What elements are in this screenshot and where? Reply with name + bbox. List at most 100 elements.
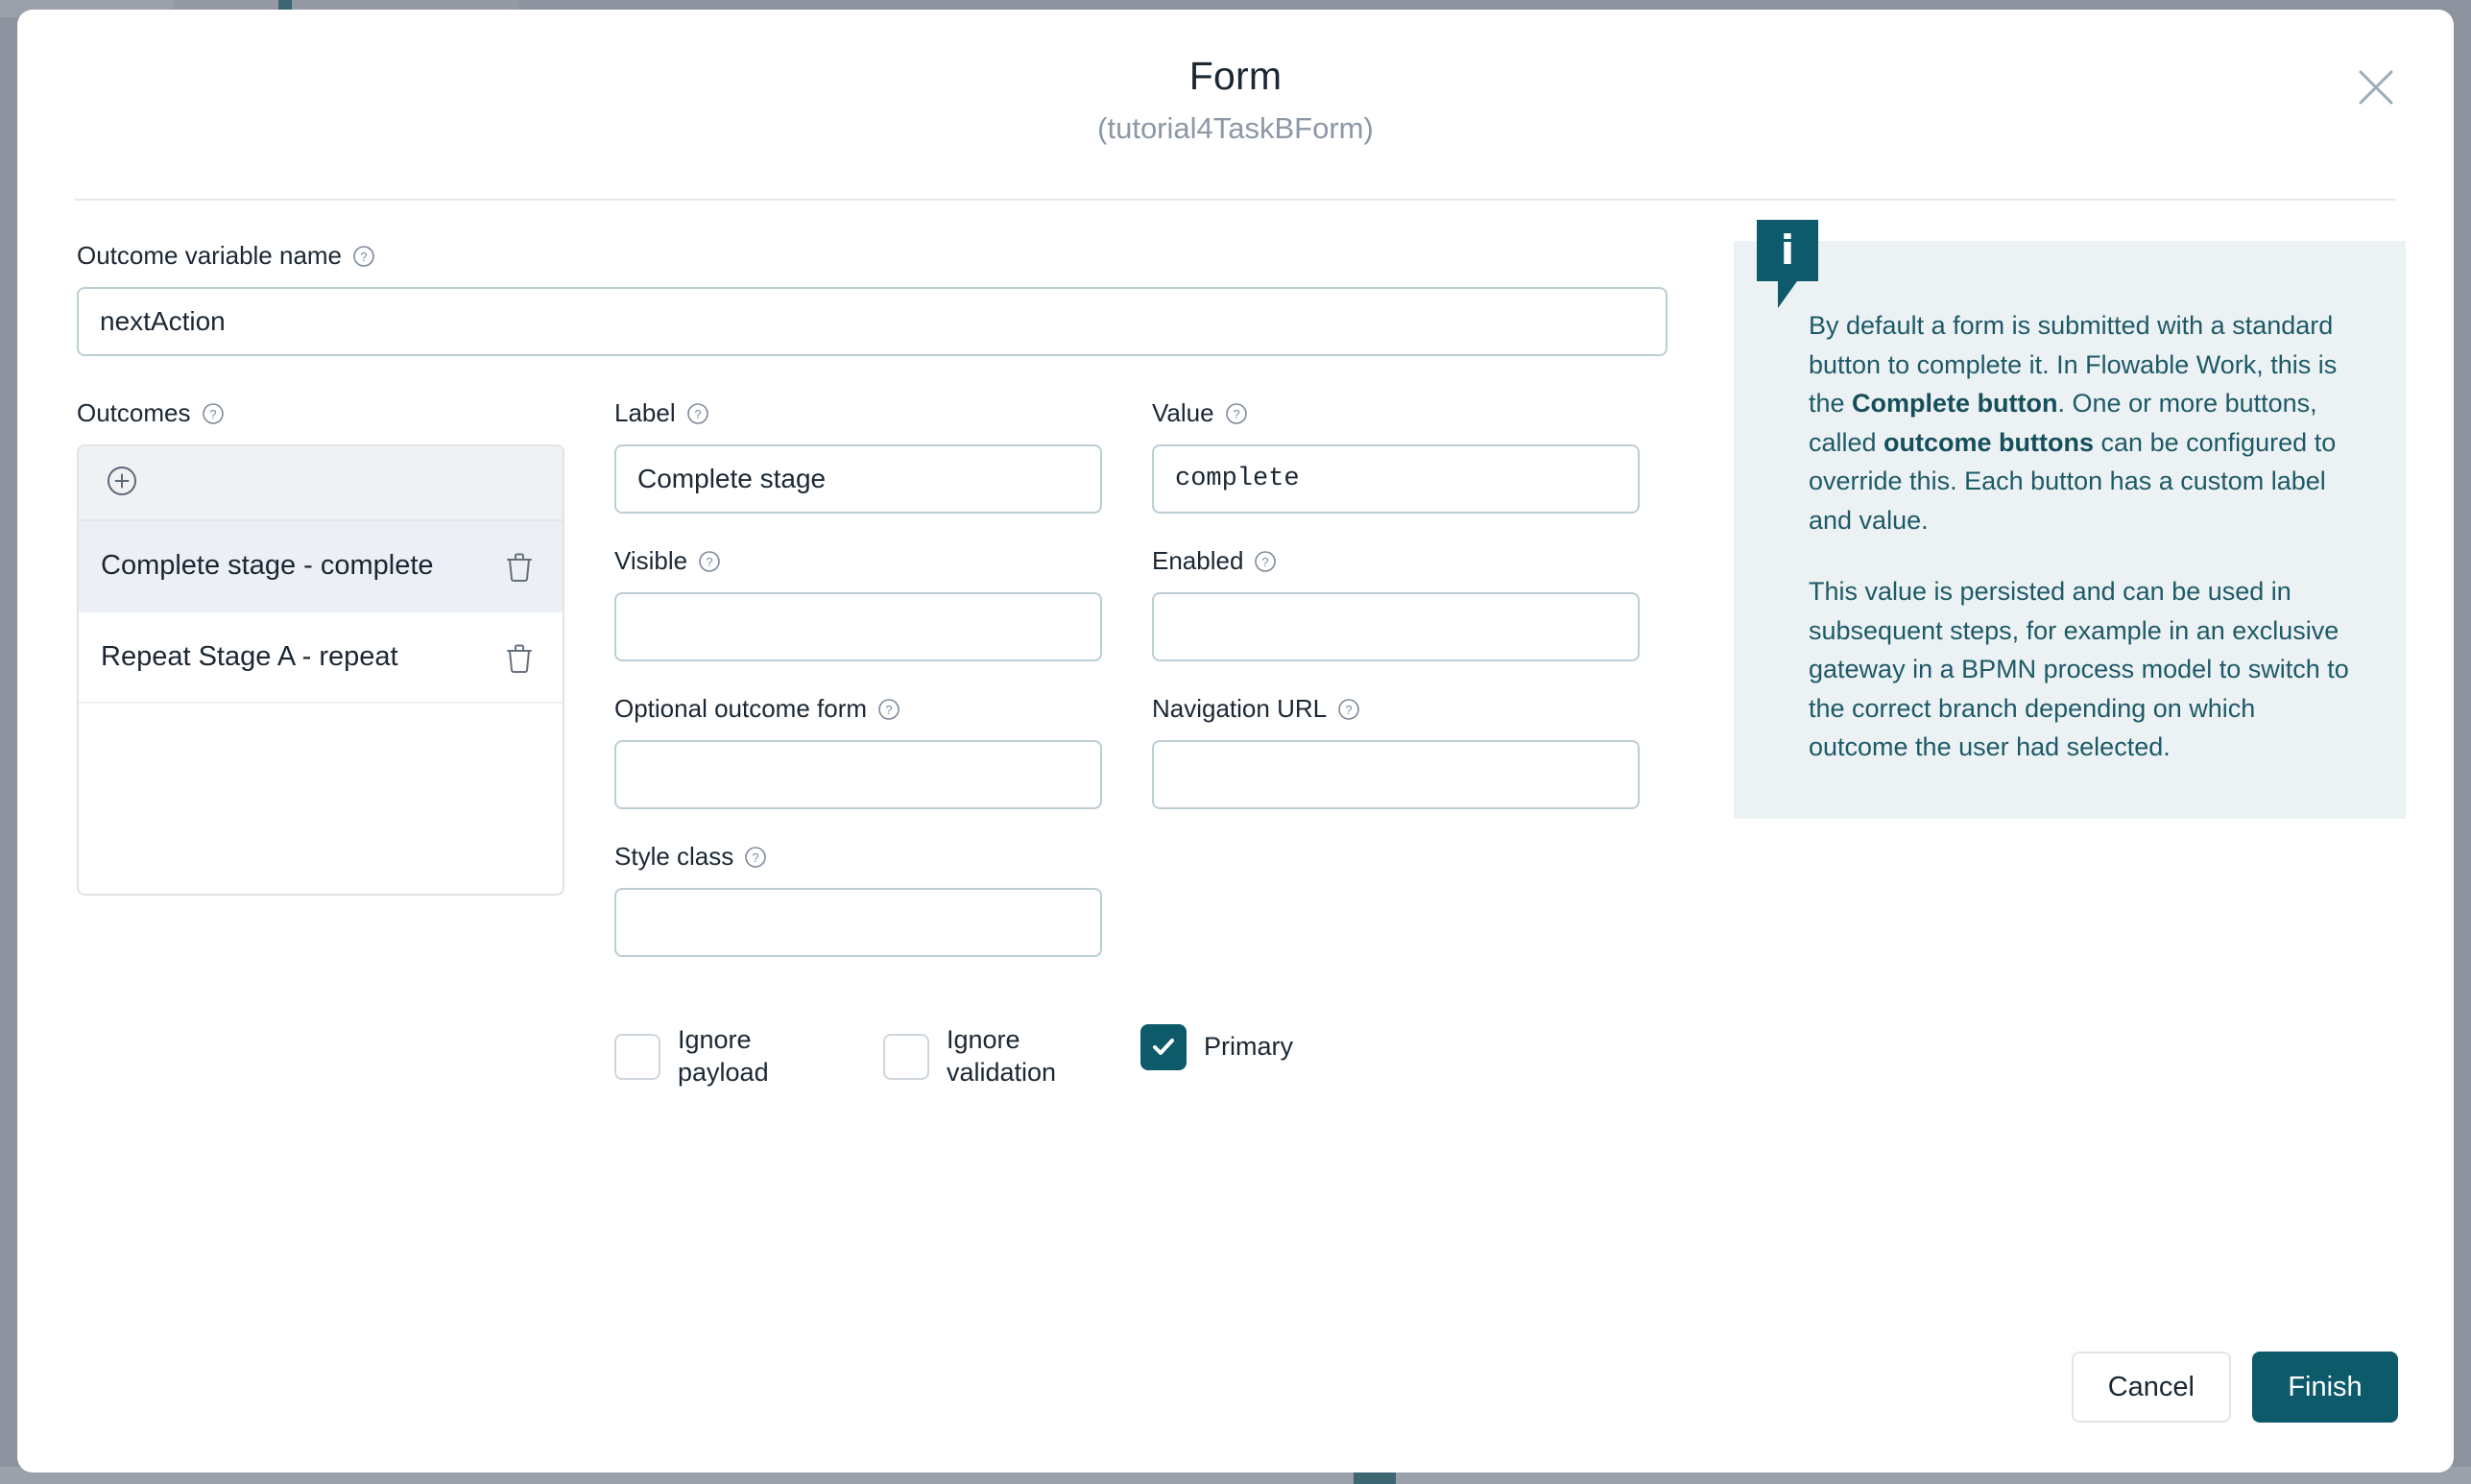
info-paragraph-2: This value is persisted and can be used … (1809, 577, 2349, 761)
outcome-variable-label: Outcome variable name (77, 241, 343, 270)
svg-text:?: ? (209, 407, 216, 421)
modal-body: Outcome variable name ? nextAction Outco… (17, 201, 2454, 1089)
outcomes-label-row: Outcomes ? (77, 398, 564, 428)
info-icon: i (1757, 220, 1818, 308)
info-badge-tail (1778, 281, 1797, 308)
optional-outcome-form-label-row: Optional outcome form ? (614, 694, 1152, 724)
value-field: Value ? complete (1152, 398, 1690, 514)
enabled-field-label-row: Enabled ? (1152, 546, 1690, 576)
list-item[interactable]: Repeat Stage A - repeat (79, 612, 563, 704)
value-field-label: Value (1152, 398, 1214, 427)
style-class-label-row: Style class ? (614, 842, 1152, 872)
ignore-payload-checkbox[interactable] (614, 1033, 660, 1080)
outcome-variable-field: Outcome variable name ? nextAction (77, 241, 1699, 356)
navigation-url-field: Navigation URL ? (1152, 694, 1690, 809)
style-class-input[interactable] (614, 888, 1102, 957)
trash-icon[interactable] (505, 642, 534, 673)
navigation-url-label-row: Navigation URL ? (1152, 694, 1690, 724)
checkbox-row: Ignore payload Ignore validation Primary (614, 1024, 1690, 1089)
detail-grid: Label ? Complete stage Value ? complete … (614, 398, 1690, 957)
value-field-input[interactable]: complete (1152, 444, 1640, 514)
label-field-label-row: Label ? (614, 398, 1152, 428)
outcomes-panel: Outcomes ? Complete stage - complete Rep… (77, 398, 564, 1089)
enabled-field-input[interactable] (1152, 592, 1640, 661)
optional-outcome-form-field: Optional outcome form ? (614, 694, 1152, 809)
page-subtitle: (tutorial4TaskBForm) (1097, 111, 1374, 145)
ignore-validation-checkbox[interactable] (883, 1033, 929, 1080)
svg-text:?: ? (707, 555, 713, 569)
finish-button[interactable]: Finish (2252, 1352, 2398, 1423)
info-p1-bold1: Complete button (1852, 389, 2058, 418)
optional-outcome-form-input[interactable] (614, 740, 1102, 809)
info-p1-bold2: outcome buttons (1883, 427, 2095, 457)
label-field: Label ? Complete stage (614, 398, 1152, 514)
ignore-validation-label: Ignore validation (947, 1025, 1057, 1087)
title-block: Form (tutorial4TaskBForm) (17, 10, 2454, 146)
primary-checkbox-group[interactable]: Primary (1140, 1024, 1293, 1070)
enabled-field: Enabled ? (1152, 546, 1690, 661)
modal-footer: Cancel Finish (2071, 1352, 2398, 1423)
modal-header: Form (tutorial4TaskBForm) (17, 10, 2454, 199)
help-icon[interactable]: ? (686, 402, 709, 425)
outcome-variable-input[interactable]: nextAction (77, 287, 1667, 356)
navigation-url-input[interactable] (1152, 740, 1640, 809)
info-glyph: i (1780, 227, 1795, 274)
list-item[interactable]: Complete stage - complete (79, 521, 563, 612)
svg-text:?: ? (1262, 555, 1269, 569)
svg-text:?: ? (753, 850, 759, 865)
outcomes-list-header (79, 446, 563, 521)
info-panel: i By default a form is submitted with a … (1734, 220, 2406, 819)
style-class-field: Style class ? (614, 842, 1152, 957)
help-icon[interactable]: ? (352, 245, 375, 268)
outcome-item-label: Complete stage - complete (101, 550, 434, 581)
outcome-variable-label-row: Outcome variable name ? (77, 241, 1699, 271)
info-paragraph-1: By default a form is submitted with a st… (1809, 306, 2356, 539)
svg-text:?: ? (1345, 703, 1352, 717)
outcome-item-label: Repeat Stage A - repeat (101, 641, 398, 672)
visible-field: Visible ? (614, 546, 1152, 661)
form-modal: Form (tutorial4TaskBForm) Outcome variab… (17, 10, 2454, 1472)
page-title: Form (1188, 54, 1283, 98)
trash-icon[interactable] (505, 551, 534, 582)
ignore-validation-checkbox-group[interactable]: Ignore validation (883, 1024, 1140, 1089)
svg-text:?: ? (885, 703, 892, 717)
visible-field-label: Visible (614, 546, 688, 575)
outcomes-label: Outcomes (77, 398, 191, 427)
ignore-payload-label: Ignore payload (678, 1025, 769, 1087)
svg-text:?: ? (360, 250, 367, 264)
help-icon[interactable]: ? (1337, 698, 1360, 721)
help-icon[interactable]: ? (202, 402, 225, 425)
value-field-label-row: Value ? (1152, 398, 1690, 428)
outcome-variable-value: nextAction (100, 306, 226, 336)
label-field-label: Label (614, 398, 676, 427)
svg-text:?: ? (694, 407, 701, 421)
left-column: Outcome variable name ? nextAction Outco… (77, 241, 1699, 1089)
navigation-url-label: Navigation URL (1152, 694, 1328, 723)
primary-checkbox[interactable] (1140, 1024, 1187, 1070)
cancel-button[interactable]: Cancel (2071, 1352, 2231, 1423)
outcomes-row: Outcomes ? Complete stage - complete Rep… (77, 398, 1699, 1089)
help-icon[interactable]: ? (1225, 402, 1248, 425)
right-column: i By default a form is submitted with a … (1699, 220, 2406, 1089)
optional-outcome-form-label: Optional outcome form (614, 694, 868, 723)
visible-field-label-row: Visible ? (614, 546, 1152, 576)
enabled-field-label: Enabled (1152, 546, 1244, 575)
primary-label: Primary (1204, 1032, 1293, 1062)
check-icon (1153, 1039, 1174, 1055)
plus-circle-icon[interactable] (106, 465, 138, 502)
ignore-payload-checkbox-group[interactable]: Ignore payload (614, 1024, 883, 1089)
help-icon[interactable]: ? (698, 550, 721, 573)
help-icon[interactable]: ? (1254, 550, 1277, 573)
help-icon[interactable]: ? (744, 846, 767, 869)
label-field-input[interactable]: Complete stage (614, 444, 1102, 514)
close-icon[interactable] (2354, 65, 2398, 109)
detail-fields: Label ? Complete stage Value ? complete … (564, 398, 1690, 1089)
outcomes-list-box: Complete stage - complete Repeat Stage A… (77, 444, 564, 896)
visible-field-input[interactable] (614, 592, 1102, 661)
label-field-value: Complete stage (637, 464, 827, 493)
help-icon[interactable]: ? (877, 698, 900, 721)
